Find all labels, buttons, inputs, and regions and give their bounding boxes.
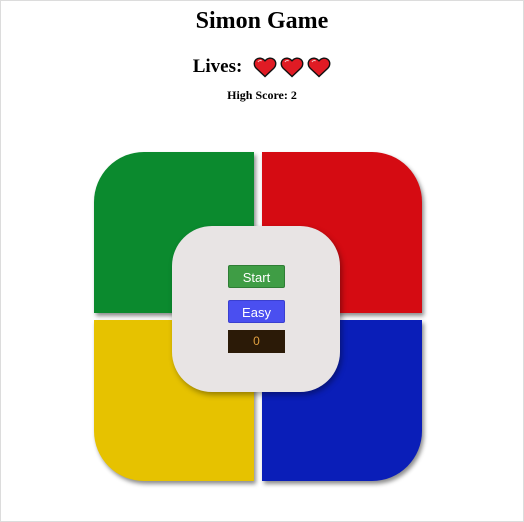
control-panel: Start Easy 0 [172, 226, 340, 392]
lives-label: Lives: [192, 56, 243, 77]
high-score: High Score: 2 [227, 88, 297, 102]
start-button[interactable]: Start [228, 265, 285, 288]
difficulty-button[interactable]: Easy [228, 300, 285, 323]
heart-icon [280, 56, 304, 78]
score-display: 0 [228, 330, 285, 353]
lives-row: Lives: [0, 56, 524, 78]
page-title: Simon Game [195, 8, 329, 34]
heart-icon [307, 56, 331, 78]
heart-icon [253, 56, 277, 78]
